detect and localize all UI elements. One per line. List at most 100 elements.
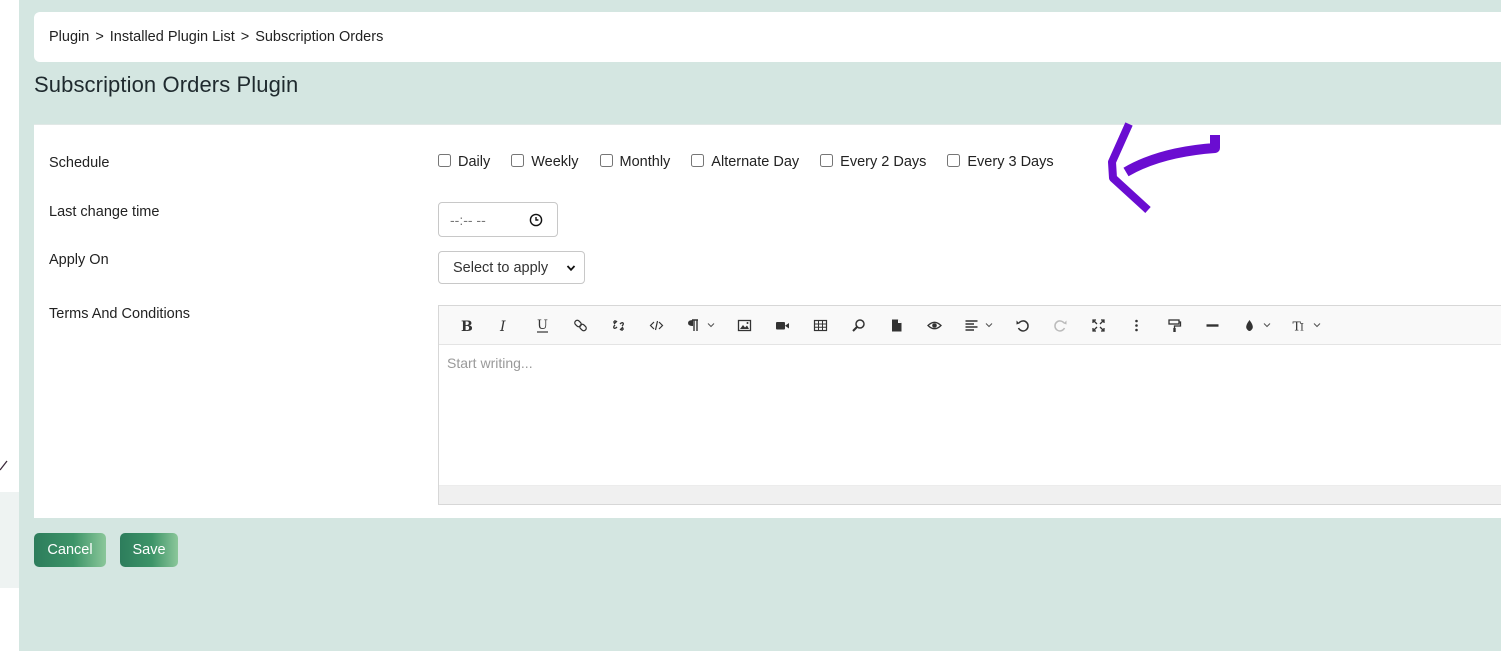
unlink-button[interactable] [599, 310, 637, 340]
format-painter-icon [1167, 318, 1181, 332]
monthly-checkbox[interactable] [599, 153, 613, 167]
svg-text:U: U [537, 318, 548, 333]
alternate-day-label: Alternate Day [711, 154, 800, 170]
more-icon [1134, 319, 1138, 331]
breadcrumb-separator: > [95, 29, 104, 45]
page-title: Subscription Orders Plugin [34, 72, 299, 97]
editor-placeholder: Start writing... [447, 355, 533, 371]
svg-text:B: B [461, 319, 473, 333]
annotation-arrow-icon [1108, 122, 1220, 213]
apply-on-label: Apply On [49, 252, 109, 268]
daily-checkbox[interactable] [438, 153, 451, 167]
every-3-days-label: Every 3 Days [967, 154, 1054, 170]
unlink-icon [612, 319, 624, 331]
link-icon [573, 319, 587, 331]
schedule-option-weekly[interactable]: Weekly [511, 153, 579, 170]
horizontal-rule-icon [1206, 323, 1218, 327]
italic-button[interactable]: I [485, 310, 523, 340]
schedule-option-every-3-days[interactable]: Every 3 Days [947, 153, 1054, 170]
fullscreen-button[interactable] [1079, 310, 1117, 340]
weekly-label: Weekly [531, 154, 579, 170]
bold-icon: B [461, 319, 473, 333]
paragraph-button[interactable] [675, 310, 725, 340]
plugin-settings-form: Schedule Daily Weekly Monthly Alternate … [34, 124, 1501, 518]
align-button[interactable] [953, 310, 1003, 340]
underline-icon: U [536, 318, 548, 333]
schedule-options: Daily Weekly Monthly Alternate Day Every… [438, 153, 1075, 170]
breadcrumb-item-subscription-orders: Subscription Orders [255, 29, 384, 45]
last-change-time-input[interactable]: --:-- -- [438, 202, 558, 237]
apply-on-select[interactable]: Select to apply [438, 251, 585, 284]
video-icon [775, 321, 789, 329]
terms-editor: B I U TI Start writing... [438, 305, 1501, 505]
format-painter-button[interactable] [1155, 310, 1193, 340]
last-change-time-label: Last change time [49, 204, 160, 220]
text-color-button[interactable] [1231, 310, 1281, 340]
preview-icon [926, 321, 942, 329]
breadcrumb-item-plugin[interactable]: Plugin [49, 29, 89, 45]
main-content: Plugin > Installed Plugin List > Subscri… [19, 0, 1501, 651]
breadcrumb-separator: > [240, 29, 250, 45]
fullscreen-icon [1091, 318, 1105, 332]
editor-toolbar: B I U TI [439, 306, 1501, 345]
chevron-down-icon [985, 323, 992, 328]
alternate-day-checkbox[interactable] [691, 153, 705, 167]
svg-text:I: I [1300, 322, 1304, 333]
template-icon [891, 319, 901, 331]
chevron-down-icon [1313, 323, 1320, 328]
apply-on-selected: Select to apply [453, 259, 549, 276]
every-2-days-label: Every 2 Days [840, 154, 927, 170]
horizontal-rule-button[interactable] [1193, 310, 1231, 340]
underline-button[interactable]: U [523, 310, 561, 340]
edge-mark-icon [0, 460, 8, 471]
schedule-option-daily[interactable]: Daily [438, 153, 491, 170]
daily-label: Daily [458, 154, 491, 170]
redo-button[interactable] [1041, 310, 1079, 340]
clock-icon[interactable] [529, 213, 543, 227]
chevron-down-icon [707, 323, 714, 328]
image-button[interactable] [725, 310, 763, 340]
font-size-icon: TI [1292, 318, 1304, 333]
preview-button[interactable] [915, 310, 953, 340]
redo-icon [1053, 319, 1066, 332]
link-button[interactable] [561, 310, 599, 340]
template-button[interactable] [877, 310, 915, 340]
left-edge-panel [0, 492, 19, 588]
font-size-button[interactable]: TI [1281, 310, 1331, 340]
chevron-down-icon [1263, 323, 1270, 328]
save-button[interactable]: Save [120, 533, 178, 567]
code-view-icon [649, 320, 663, 330]
chevron-down-icon [566, 265, 576, 272]
schedule-option-alternate-day[interactable]: Alternate Day [691, 153, 800, 170]
terms-editor-content[interactable]: Start writing... [439, 345, 1501, 485]
undo-button[interactable] [1003, 310, 1041, 340]
terms-label: Terms And Conditions [49, 306, 191, 322]
table-icon [813, 319, 827, 331]
editor-status-bar [439, 485, 1501, 504]
italic-icon: I [499, 319, 506, 333]
schedule-option-every-2-days[interactable]: Every 2 Days [820, 153, 927, 170]
table-button[interactable] [801, 310, 839, 340]
schedule-option-monthly[interactable]: Monthly [599, 153, 671, 170]
more-button[interactable] [1117, 310, 1155, 340]
breadcrumb-item-installed-plugin-list[interactable]: Installed Plugin List [110, 29, 235, 45]
undo-icon [1016, 319, 1029, 332]
find-icon [851, 318, 865, 332]
paragraph-icon [687, 318, 698, 331]
text-color-icon [1245, 319, 1253, 331]
find-button[interactable] [839, 310, 877, 340]
every-2-days-checkbox[interactable] [820, 153, 834, 167]
cancel-button[interactable]: Cancel [34, 533, 106, 567]
weekly-checkbox[interactable] [511, 153, 525, 167]
monthly-label: Monthly [619, 154, 671, 170]
breadcrumb: Plugin > Installed Plugin List > Subscri… [34, 12, 1501, 62]
bold-button[interactable]: B [447, 310, 485, 340]
video-button[interactable] [763, 310, 801, 340]
every-3-days-checkbox[interactable] [947, 153, 961, 167]
code-view-button[interactable] [637, 310, 675, 340]
schedule-label: Schedule [49, 155, 110, 171]
image-icon [737, 319, 751, 331]
time-value: --:-- -- [450, 211, 486, 228]
svg-text:I: I [499, 319, 506, 333]
align-icon [965, 319, 977, 331]
